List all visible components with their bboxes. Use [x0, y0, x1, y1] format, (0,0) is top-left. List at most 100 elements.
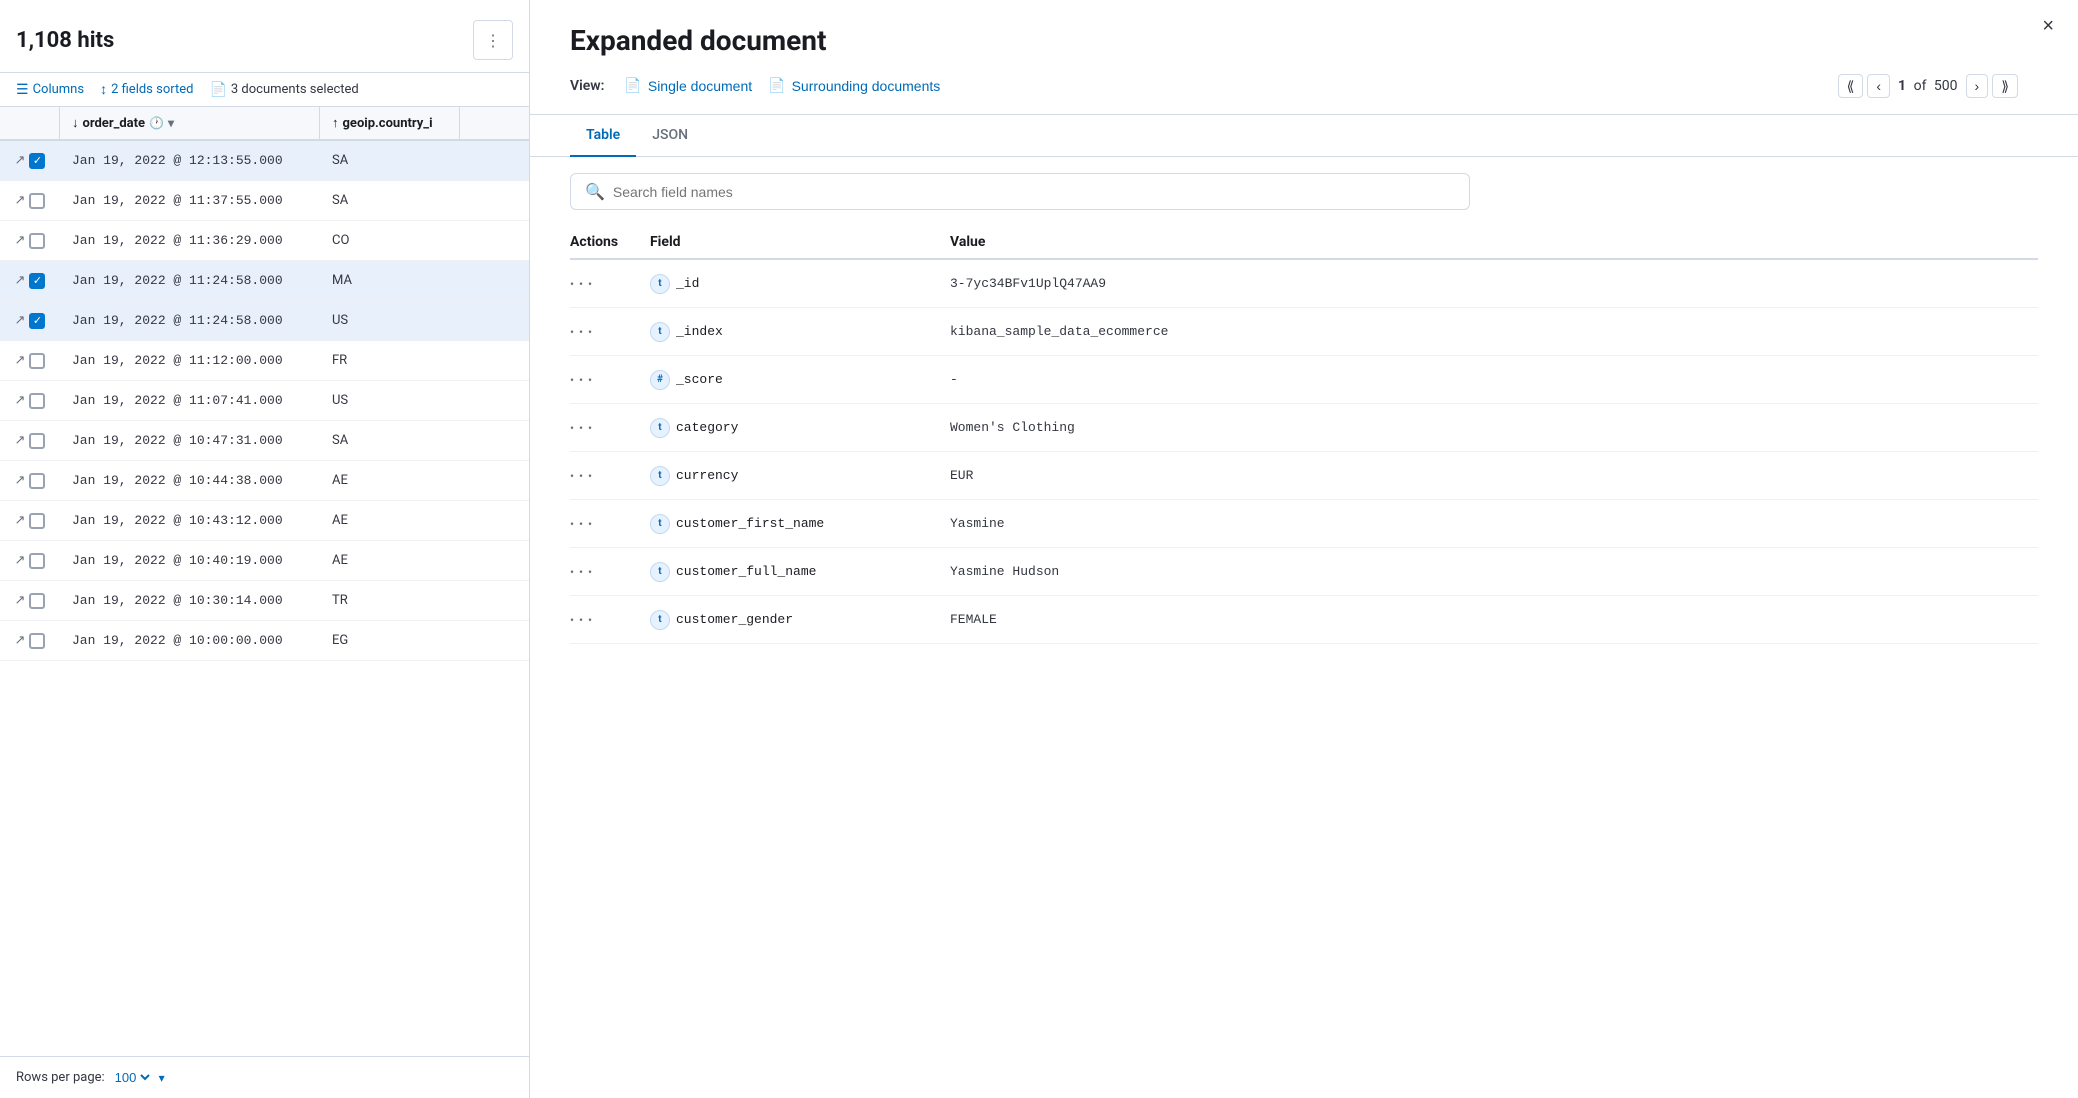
date-cell: Jan 19, 2022 @ 11:36:29.000 [60, 225, 320, 256]
row-checkbox[interactable] [29, 273, 45, 289]
date-cell: Jan 19, 2022 @ 11:07:41.000 [60, 385, 320, 416]
field-name-label: _index [676, 324, 723, 339]
action-menu-icon[interactable]: • • • [570, 325, 593, 339]
expand-cell: ↗ [0, 389, 60, 413]
row-checkbox[interactable] [29, 393, 45, 409]
expand-row-icon[interactable]: ↗ [15, 433, 26, 448]
field-type-badge: t [650, 610, 670, 630]
surrounding-doc-icon: 📄 [768, 77, 785, 94]
expand-row-icon[interactable]: ↗ [15, 273, 26, 288]
tab-json[interactable]: JSON [636, 115, 704, 157]
date-cell: Jan 19, 2022 @ 10:47:31.000 [60, 425, 320, 456]
doc-field-row: • • •t_indexkibana_sample_data_ecommerce [570, 308, 2038, 356]
action-menu-icon[interactable]: • • • [570, 613, 593, 627]
expand-cell: ↗ [0, 149, 60, 173]
expand-row-icon[interactable]: ↗ [15, 473, 26, 488]
table-row: ↗Jan 19, 2022 @ 10:47:31.000SA [0, 421, 529, 461]
field-name-label: _score [676, 372, 723, 387]
close-button[interactable]: × [2042, 16, 2054, 36]
first-page-button[interactable]: ⟪ [1838, 74, 1864, 98]
search-row: 🔍 [530, 157, 2078, 226]
doc-table: Actions Field Value • • •t_id3-7yc34BFv1… [530, 226, 2078, 1098]
expand-row-icon[interactable]: ↗ [15, 193, 26, 208]
th-order-date[interactable]: ↓ order_date 🕐 ▾ [60, 107, 320, 139]
th-country[interactable]: ↑ geoip.country_i [320, 107, 460, 139]
expand-row-icon[interactable]: ↗ [15, 593, 26, 608]
field-value-cell: EUR [950, 468, 2038, 483]
pagination: ⟪ ‹ 1 of 500 › ⟫ [1838, 74, 2018, 98]
prev-page-button[interactable]: ‹ [1867, 74, 1890, 98]
date-cell: Jan 19, 2022 @ 11:24:58.000 [60, 265, 320, 296]
action-menu-icon[interactable]: • • • [570, 277, 593, 291]
next-page-button[interactable]: › [1966, 74, 1989, 98]
field-value-cell: - [950, 372, 2038, 387]
expand-row-icon[interactable]: ↗ [15, 233, 26, 248]
field-type-badge: t [650, 274, 670, 294]
country-cell: EG [320, 625, 460, 656]
field-value-cell: 3-7yc34BFv1UplQ47AA9 [950, 276, 2038, 291]
table-row: ↗Jan 19, 2022 @ 10:44:38.000AE [0, 461, 529, 501]
row-checkbox[interactable] [29, 233, 45, 249]
field-type-badge: t [650, 322, 670, 342]
hits-count: 1,108 hits [16, 28, 114, 53]
row-checkbox[interactable] [29, 513, 45, 529]
action-menu-icon[interactable]: • • • [570, 373, 593, 387]
expand-row-icon[interactable]: ↗ [15, 353, 26, 368]
row-checkbox[interactable] [29, 473, 45, 489]
action-menu-icon[interactable]: • • • [570, 517, 593, 531]
expand-row-icon[interactable]: ↗ [15, 633, 26, 648]
row-checkbox[interactable] [29, 593, 45, 609]
tab-table[interactable]: Table [570, 115, 636, 157]
expand-row-icon[interactable]: ↗ [15, 553, 26, 568]
row-checkbox[interactable] [29, 153, 45, 169]
row-checkbox[interactable] [29, 633, 45, 649]
hits-options-button[interactable]: ⋮ [473, 20, 513, 60]
surrounding-documents-button[interactable]: 📄 Surrounding documents [760, 73, 948, 98]
view-row: View: 📄 Single document 📄 Surrounding do… [570, 73, 2018, 98]
clock-icon: 🕐 [149, 116, 164, 130]
action-menu-icon[interactable]: • • • [570, 469, 593, 483]
expand-cell: ↗ [0, 229, 60, 253]
expand-cell: ↗ [0, 309, 60, 333]
row-checkbox[interactable] [29, 553, 45, 569]
rows-per-page-select[interactable]: 100 25 50 [111, 1069, 153, 1086]
field-value-cell: Women's Clothing [950, 420, 2038, 435]
expand-row-icon[interactable]: ↗ [15, 313, 26, 328]
row-checkbox[interactable] [29, 353, 45, 369]
field-actions: • • • [570, 277, 650, 291]
expand-cell: ↗ [0, 549, 60, 573]
table-row: ↗Jan 19, 2022 @ 11:37:55.000SA [0, 181, 529, 221]
chevron-down-icon: ▾ [159, 1071, 165, 1085]
field-name-cell: tcategory [650, 418, 950, 438]
sort-button[interactable]: ↕ 2 fields sorted [100, 81, 193, 98]
expand-row-icon[interactable]: ↗ [15, 393, 26, 408]
last-page-button[interactable]: ⟫ [1992, 74, 2018, 98]
table-row: ↗Jan 19, 2022 @ 11:12:00.000FR [0, 341, 529, 381]
doc-field-row: • • • tcategoryWomen's Clothing [570, 404, 2038, 452]
docs-selected-indicator: 📄 3 documents selected [209, 82, 358, 98]
country-cell: US [320, 305, 460, 336]
doc-rows: • • •t_id3-7yc34BFv1UplQ47AA9• • •t_inde… [570, 260, 2038, 644]
sort-toggle-icon: ▾ [168, 116, 174, 130]
field-value-cell: FEMALE [950, 612, 2038, 627]
expand-row-icon[interactable]: ↗ [15, 153, 26, 168]
expand-row-icon[interactable]: ↗ [15, 513, 26, 528]
columns-icon: ☰ [16, 82, 29, 98]
row-checkbox[interactable] [29, 433, 45, 449]
action-menu-icon[interactable]: • • • [570, 565, 593, 579]
search-icon: 🔍 [585, 182, 605, 201]
field-search-box: 🔍 [570, 173, 1470, 210]
expand-cell: ↗ [0, 349, 60, 373]
doc-field-row: • • •#_score- [570, 356, 2038, 404]
field-actions: • • • [570, 325, 650, 339]
row-checkbox[interactable] [29, 313, 45, 329]
expand-cell: ↗ [0, 269, 60, 293]
columns-button[interactable]: ☰ Columns [16, 82, 84, 98]
action-menu-icon[interactable]: • • • [570, 421, 593, 435]
single-document-button[interactable]: 📄 Single document [616, 73, 760, 98]
th-expand [0, 107, 60, 139]
field-search-input[interactable] [613, 184, 1455, 200]
row-checkbox[interactable] [29, 193, 45, 209]
field-actions: • • • [570, 517, 650, 531]
doc-field-row: • • •tcurrencyEUR [570, 452, 2038, 500]
